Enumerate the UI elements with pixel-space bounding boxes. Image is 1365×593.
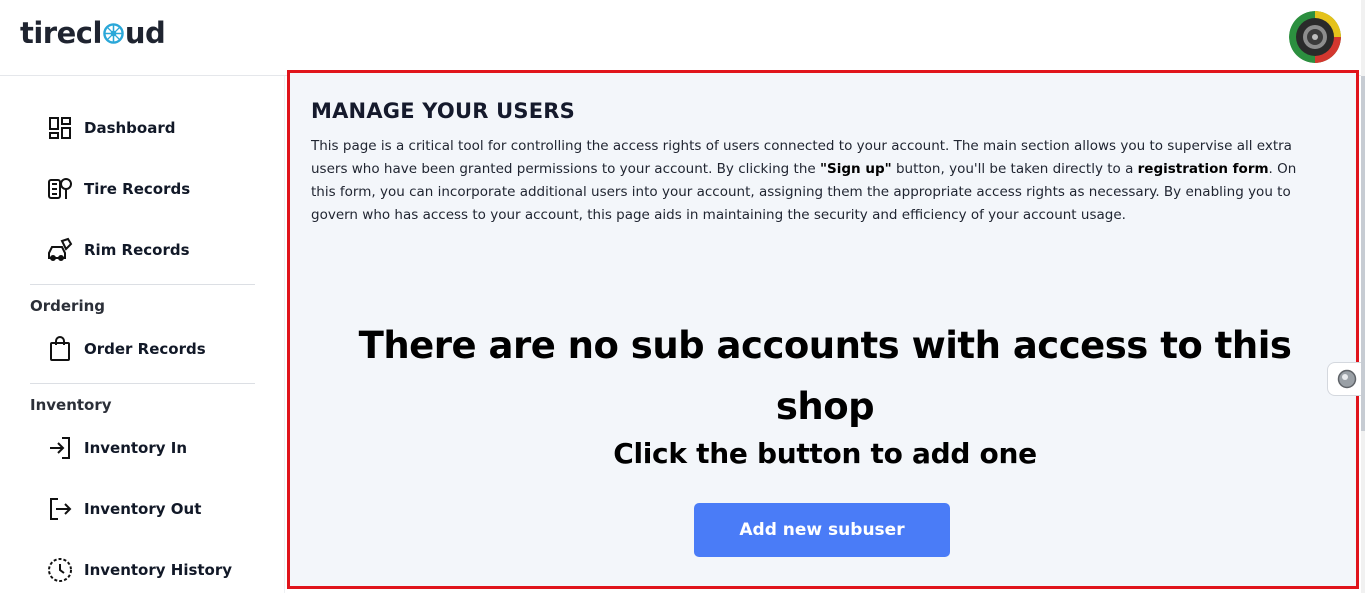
sidebar-item-inventory-out[interactable]: Inventory Out — [46, 494, 201, 524]
history-clock-icon — [46, 556, 74, 584]
sidebar: Dashboard Tire Records Rim Records Order… — [0, 76, 285, 593]
floating-side-tab[interactable] — [1327, 362, 1365, 396]
top-bar: tirecl ud — [0, 0, 1365, 76]
sidebar-item-label: Inventory Out — [84, 500, 202, 518]
add-new-subuser-button[interactable]: Add new subuser — [694, 503, 950, 557]
logo-text-end: ud — [124, 16, 166, 50]
sidebar-divider — [30, 284, 255, 285]
page-title: MANAGE YOUR USERS — [311, 99, 575, 123]
empty-state-title: There are no sub accounts with access to… — [358, 324, 1292, 428]
avatar[interactable] — [1289, 11, 1341, 63]
sidebar-divider — [30, 383, 255, 384]
sidebar-item-order-records[interactable]: Order Records — [46, 334, 206, 364]
scrollbar-thumb[interactable] — [1361, 76, 1365, 431]
sidebar-item-inventory-history[interactable]: Inventory History — [46, 555, 232, 585]
avatar-tire-image — [1289, 11, 1341, 63]
shopping-bag-icon — [46, 335, 74, 363]
empty-state-subtitle: Click the button to add one — [613, 437, 1037, 470]
section-title-ordering: Ordering — [30, 297, 106, 315]
sidebar-item-label: Rim Records — [84, 241, 190, 259]
sidebar-item-label: Tire Records — [84, 180, 191, 198]
tirecloud-logo[interactable]: tirecl ud — [20, 16, 166, 50]
sidebar-item-label: Inventory History — [84, 561, 233, 579]
circle-toggle-icon — [1337, 369, 1356, 389]
sidebar-item-inventory-in[interactable]: Inventory In — [46, 433, 187, 463]
sidebar-item-rim-records[interactable]: Rim Records — [46, 235, 190, 265]
sidebar-item-label: Inventory In — [84, 439, 188, 457]
rim-records-icon — [46, 236, 74, 264]
logout-arrow-icon — [46, 495, 74, 523]
description-text: button, you'll be taken directly to a — [891, 161, 1138, 177]
description-bold-registration: registration form — [1137, 161, 1269, 177]
tire-records-icon — [46, 175, 74, 203]
section-title-inventory: Inventory — [30, 396, 112, 414]
sidebar-item-label: Order Records — [84, 340, 206, 358]
login-arrow-icon — [46, 434, 74, 462]
sidebar-item-label: Dashboard — [84, 119, 176, 137]
sidebar-item-dashboard[interactable]: Dashboard — [46, 113, 175, 143]
description-bold-signup: "Sign up" — [820, 161, 892, 177]
logo-text-start: tirecl — [20, 16, 102, 50]
wheel-logo-icon — [103, 22, 124, 44]
manage-users-panel: MANAGE YOUR USERS This page is a critica… — [287, 70, 1359, 589]
sidebar-item-tire-records[interactable]: Tire Records — [46, 174, 190, 204]
dashboard-icon — [46, 114, 74, 142]
page-description: This page is a critical tool for control… — [311, 135, 1321, 227]
